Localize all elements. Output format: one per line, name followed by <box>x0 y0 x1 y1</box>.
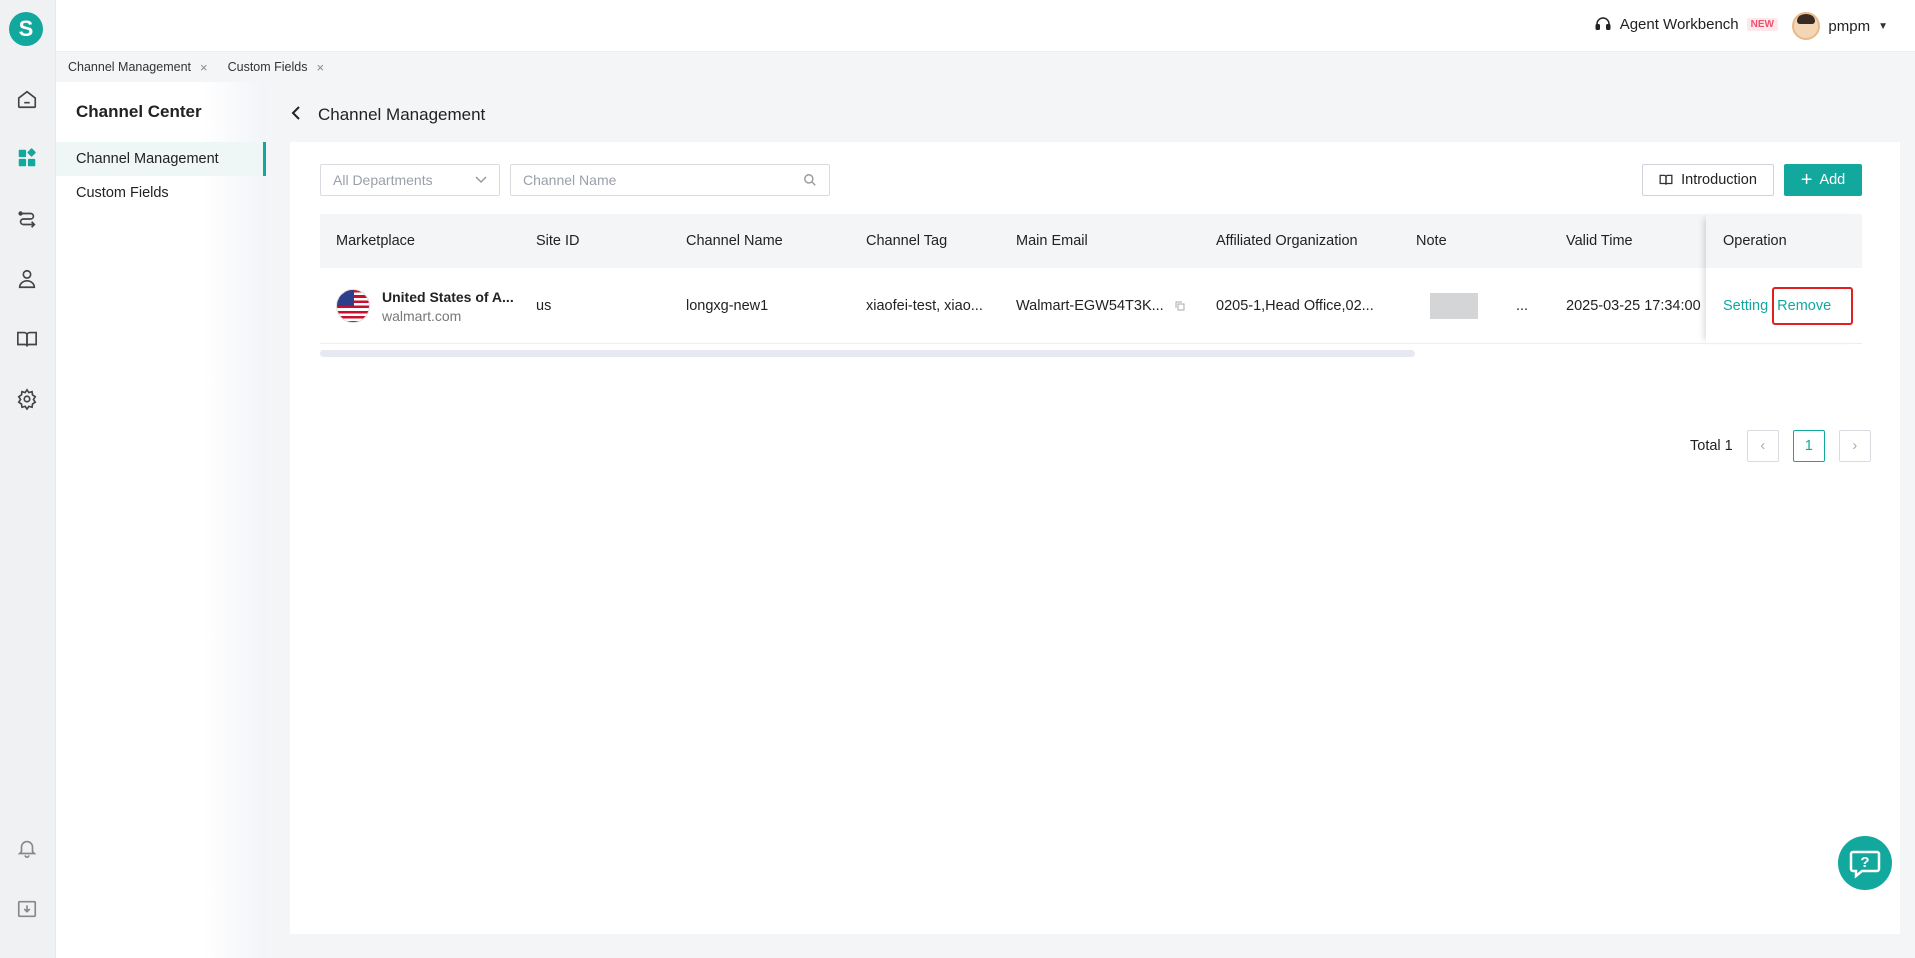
department-select[interactable]: All Departments <box>320 164 500 196</box>
top-bar: Agent Workbench NEW pmpm ▼ <box>56 0 1915 52</box>
caret-down-icon: ▼ <box>1878 20 1888 32</box>
sidebar-title: Channel Center <box>76 102 202 121</box>
settings-gear-icon[interactable] <box>14 386 40 412</box>
introduction-label: Introduction <box>1681 172 1757 188</box>
main-content: Channel Management All Departments Intro… <box>290 82 1900 934</box>
note-thumbnail <box>1430 293 1478 319</box>
user-menu[interactable]: pmpm ▼ <box>1792 12 1888 40</box>
table-header: Marketplace Site ID Channel Name Channel… <box>320 214 1862 268</box>
close-icon[interactable]: × <box>200 60 208 75</box>
tab-channel-management[interactable]: Channel Management × <box>68 60 208 75</box>
next-page-button[interactable]: › <box>1838 430 1871 462</box>
horizontal-scrollbar[interactable] <box>320 350 1415 357</box>
download-icon[interactable] <box>14 896 40 922</box>
notification-bell-icon[interactable] <box>14 835 40 861</box>
help-button[interactable]: ? <box>1838 836 1892 890</box>
note-image-placeholder <box>1430 268 1478 344</box>
channel-name-input[interactable] <box>523 172 783 188</box>
page-header: Channel Management <box>290 100 485 130</box>
us-flag-icon <box>336 289 370 323</box>
content-card: All Departments Introduction + Add Marke… <box>290 142 1900 934</box>
introduction-button[interactable]: Introduction <box>1642 164 1774 196</box>
channel-table: Marketplace Site ID Channel Name Channel… <box>320 214 1862 357</box>
channel-center-sidebar: Channel Center Channel Management Custom… <box>56 82 266 958</box>
home-icon[interactable] <box>14 86 40 112</box>
customer-icon[interactable] <box>14 266 40 292</box>
cell-valid-time: 2025-03-25 17:34:00 <box>1566 298 1701 314</box>
tab-label: Custom Fields <box>227 60 308 74</box>
copy-icon[interactable] <box>1174 300 1186 312</box>
cell-main-email: Walmart-EGW54T3K... <box>1016 268 1206 344</box>
setting-link[interactable]: Setting <box>1723 298 1768 314</box>
header-main-email[interactable]: Main Email <box>1016 214 1088 268</box>
routing-icon[interactable] <box>14 206 40 232</box>
open-tabs-bar: Channel Management × Custom Fields × <box>56 52 1915 82</box>
user-name: pmpm <box>1828 17 1871 35</box>
dashboard-icon[interactable] <box>14 145 40 171</box>
svg-text:?: ? <box>1860 854 1869 871</box>
pagination: Total 1 ‹ 1 › <box>1690 430 1871 462</box>
sidebar-item-channel-management[interactable]: Channel Management <box>56 142 266 176</box>
operation-column: Operation Setting Remove <box>1706 214 1862 344</box>
operation-cell: Setting Remove <box>1706 268 1862 344</box>
header-site-id[interactable]: Site ID <box>536 214 580 268</box>
department-select-value: All Departments <box>333 172 433 188</box>
cell-channel-name: longxg-new1 <box>686 298 769 314</box>
cell-channel-tag: xiaofei-test, xiao... <box>866 298 983 314</box>
sidebar-item-label: Custom Fields <box>76 185 169 201</box>
note-more[interactable]: ... <box>1516 268 1528 344</box>
plus-icon: + <box>1800 169 1813 191</box>
sidebar-item-custom-fields[interactable]: Custom Fields <box>56 176 266 210</box>
sidebar-item-label: Channel Management <box>76 151 219 167</box>
help-question-icon: ? <box>1849 850 1881 879</box>
add-channel-button[interactable]: + Add <box>1784 164 1862 196</box>
new-badge: NEW <box>1746 17 1778 31</box>
channel-name-search <box>510 164 830 196</box>
tab-label: Channel Management <box>68 60 191 74</box>
prev-page-button[interactable]: ‹ <box>1746 430 1779 462</box>
agent-workbench-link[interactable]: Agent Workbench NEW <box>1594 15 1778 33</box>
table-row[interactable]: United States of A... walmart.com us lon… <box>320 268 1862 344</box>
cell-affiliated-organization: 0205-1,Head Office,02... <box>1216 298 1374 314</box>
header-channel-name[interactable]: Channel Name <box>686 214 783 268</box>
chevron-down-icon <box>475 176 487 184</box>
close-icon[interactable]: × <box>316 60 324 75</box>
cell-site-id: us <box>536 298 552 314</box>
agent-workbench-label: Agent Workbench <box>1619 15 1739 33</box>
page-title: Channel Management <box>318 105 486 124</box>
book-icon <box>1659 174 1673 185</box>
main-email-value: Walmart-EGW54T3K... <box>1016 298 1164 314</box>
header-affiliated-organization[interactable]: Affiliated Organization <box>1216 214 1358 268</box>
add-label: Add <box>1819 172 1846 188</box>
page-number-button[interactable]: 1 <box>1792 430 1825 462</box>
remove-highlight: Remove <box>1772 286 1854 325</box>
header-channel-tag[interactable]: Channel Tag <box>866 214 947 268</box>
back-arrow-icon[interactable] <box>290 105 304 126</box>
header-operation: Operation <box>1706 214 1862 268</box>
header-marketplace[interactable]: Marketplace <box>336 214 415 268</box>
avatar <box>1792 12 1821 40</box>
app-logo[interactable]: S <box>9 12 43 46</box>
header-note[interactable]: Note <box>1416 214 1447 268</box>
left-rail: S <box>0 0 56 958</box>
cell-marketplace: United States of A... walmart.com <box>336 268 526 344</box>
total-count: Total 1 <box>1690 438 1733 454</box>
marketplace-domain: walmart.com <box>382 307 462 324</box>
marketplace-name: United States of A... <box>382 288 514 305</box>
header-valid-time[interactable]: Valid Time <box>1566 214 1633 268</box>
headset-icon <box>1595 17 1611 30</box>
search-icon[interactable] <box>803 173 817 187</box>
knowledge-book-icon[interactable] <box>14 326 40 352</box>
remove-link[interactable]: Remove <box>1777 298 1831 314</box>
tab-custom-fields[interactable]: Custom Fields × <box>228 60 324 75</box>
